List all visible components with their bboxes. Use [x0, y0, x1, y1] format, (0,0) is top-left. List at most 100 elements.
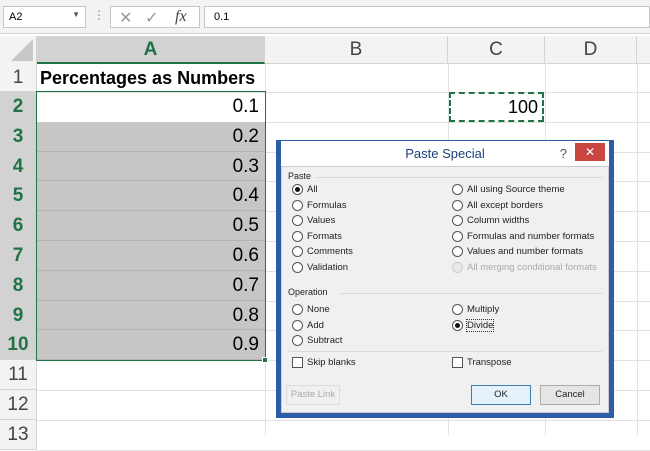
- paste-all-using-source-theme-radio[interactable]: All using Source theme: [452, 184, 565, 195]
- radio-button[interactable]: [292, 262, 303, 273]
- chevron-down-icon[interactable]: ▼: [72, 10, 80, 19]
- paste-all-merging-conditional-formats-radio: All merging conditional formats: [452, 262, 597, 273]
- option-label: Values: [307, 215, 335, 226]
- row-header-12[interactable]: 12: [0, 390, 37, 420]
- gridline: [37, 450, 650, 451]
- gridline: [637, 64, 638, 435]
- row-header-6[interactable]: 6: [0, 211, 37, 241]
- column-header-b[interactable]: B: [265, 36, 448, 64]
- paste-all-radio[interactable]: All: [292, 184, 318, 195]
- option-label: Formats: [307, 231, 342, 242]
- row-header-10[interactable]: 10: [0, 330, 37, 360]
- radio-button[interactable]: [292, 200, 303, 211]
- option-label: All: [307, 184, 318, 195]
- select-all-button[interactable]: [0, 36, 37, 64]
- paste-column-widths-radio[interactable]: Column widths: [452, 215, 529, 226]
- option-label: All using Source theme: [467, 184, 565, 195]
- option-label: Divide: [467, 320, 493, 331]
- option-label: Multiply: [467, 304, 499, 315]
- radio-button[interactable]: [452, 200, 463, 211]
- radio-button[interactable]: [292, 335, 303, 346]
- selection-border: [36, 91, 266, 361]
- paste-formats-radio[interactable]: Formats: [292, 231, 342, 242]
- radio-button[interactable]: [452, 231, 463, 242]
- checkbox[interactable]: [292, 357, 303, 368]
- row-header-1[interactable]: 1: [0, 64, 37, 92]
- radio-button[interactable]: [292, 320, 303, 331]
- paste-formulas-radio[interactable]: Formulas: [292, 200, 347, 211]
- row-header-8[interactable]: 8: [0, 271, 37, 301]
- option-label: Add: [307, 320, 324, 331]
- op-multiply-radio[interactable]: Multiply: [452, 304, 499, 315]
- help-icon[interactable]: ?: [560, 141, 567, 167]
- row-header-2[interactable]: 2: [0, 92, 37, 122]
- row-header-7[interactable]: 7: [0, 241, 37, 271]
- enter-check-icon[interactable]: ✓: [145, 8, 158, 28]
- gridline: [37, 420, 650, 421]
- radio-button: [452, 262, 463, 273]
- option-label: Column widths: [467, 215, 529, 226]
- cancel-icon[interactable]: ✕: [119, 8, 132, 28]
- cell-c2-copied[interactable]: 100: [449, 92, 544, 122]
- formula-input[interactable]: 0.1: [204, 6, 650, 28]
- close-button[interactable]: ✕: [575, 143, 605, 161]
- option-label: Values and number formats: [467, 246, 583, 257]
- option-label: All merging conditional formats: [467, 262, 597, 273]
- skip-blanks-label: Skip blanks: [307, 357, 356, 368]
- option-label: Formulas: [307, 200, 347, 211]
- paste-formulas-and-number-formats-radio[interactable]: Formulas and number formats: [452, 231, 594, 242]
- op-none-radio[interactable]: None: [292, 304, 330, 315]
- transpose-checkbox[interactable]: Transpose: [452, 357, 512, 368]
- row-header-11[interactable]: 11: [0, 360, 37, 390]
- radio-button[interactable]: [452, 246, 463, 257]
- name-box[interactable]: A2 ▼: [3, 6, 86, 28]
- option-label: Validation: [307, 262, 348, 273]
- fill-handle[interactable]: [262, 357, 268, 363]
- paste-validation-radio[interactable]: Validation: [292, 262, 348, 273]
- paste-special-dialog: Paste Special?✕ Paste AllFormulasValuesF…: [276, 140, 614, 418]
- name-box-value: A2: [9, 11, 22, 23]
- row-header-5[interactable]: 5: [0, 181, 37, 211]
- insert-function-icon[interactable]: fx: [175, 8, 187, 26]
- radio-button[interactable]: [292, 246, 303, 257]
- dialog-title-bar[interactable]: Paste Special? ✕: [276, 140, 614, 166]
- transpose-label: Transpose: [467, 357, 512, 368]
- formula-buttons: ✕ ✓ fx: [110, 6, 200, 28]
- radio-button[interactable]: [452, 320, 463, 331]
- row-header-3[interactable]: 3: [0, 122, 37, 152]
- radio-button[interactable]: [292, 231, 303, 242]
- row-header-4[interactable]: 4: [0, 152, 37, 182]
- column-header-d[interactable]: D: [545, 36, 637, 64]
- option-label: Subtract: [307, 335, 342, 346]
- row-header-9[interactable]: 9: [0, 301, 37, 331]
- cancel-button[interactable]: Cancel: [540, 385, 600, 405]
- radio-button[interactable]: [292, 215, 303, 226]
- radio-button[interactable]: [452, 184, 463, 195]
- op-divide-radio[interactable]: Divide: [452, 320, 493, 331]
- paste-link-button[interactable]: Paste Link: [286, 385, 340, 405]
- paste-values-and-number-formats-radio[interactable]: Values and number formats: [452, 246, 583, 257]
- radio-button[interactable]: [452, 215, 463, 226]
- op-subtract-radio[interactable]: Subtract: [292, 335, 342, 346]
- more-icon[interactable]: ⋮: [93, 8, 105, 22]
- skip-blanks-checkbox[interactable]: Skip blanks: [292, 357, 356, 368]
- option-label: None: [307, 304, 330, 315]
- radio-button[interactable]: [292, 304, 303, 315]
- op-add-radio[interactable]: Add: [292, 320, 324, 331]
- column-header-a[interactable]: A: [37, 36, 265, 64]
- dialog-title: Paste Special: [405, 146, 485, 161]
- cell-a1[interactable]: Percentages as Numbers: [40, 64, 255, 93]
- paste-comments-radio[interactable]: Comments: [292, 246, 353, 257]
- radio-button[interactable]: [292, 184, 303, 195]
- divider: [316, 177, 602, 178]
- operation-section-label: Operation: [288, 287, 328, 297]
- checkbox[interactable]: [452, 357, 463, 368]
- ok-button[interactable]: OK: [471, 385, 531, 405]
- paste-all-except-borders-radio[interactable]: All except borders: [452, 200, 543, 211]
- option-label: Formulas and number formats: [467, 231, 594, 242]
- paste-values-radio[interactable]: Values: [292, 215, 335, 226]
- column-header-c[interactable]: C: [448, 36, 545, 64]
- dialog-body: Paste AllFormulasValuesFormatsCommentsVa…: [281, 166, 609, 413]
- radio-button[interactable]: [452, 304, 463, 315]
- option-label: Comments: [307, 246, 353, 257]
